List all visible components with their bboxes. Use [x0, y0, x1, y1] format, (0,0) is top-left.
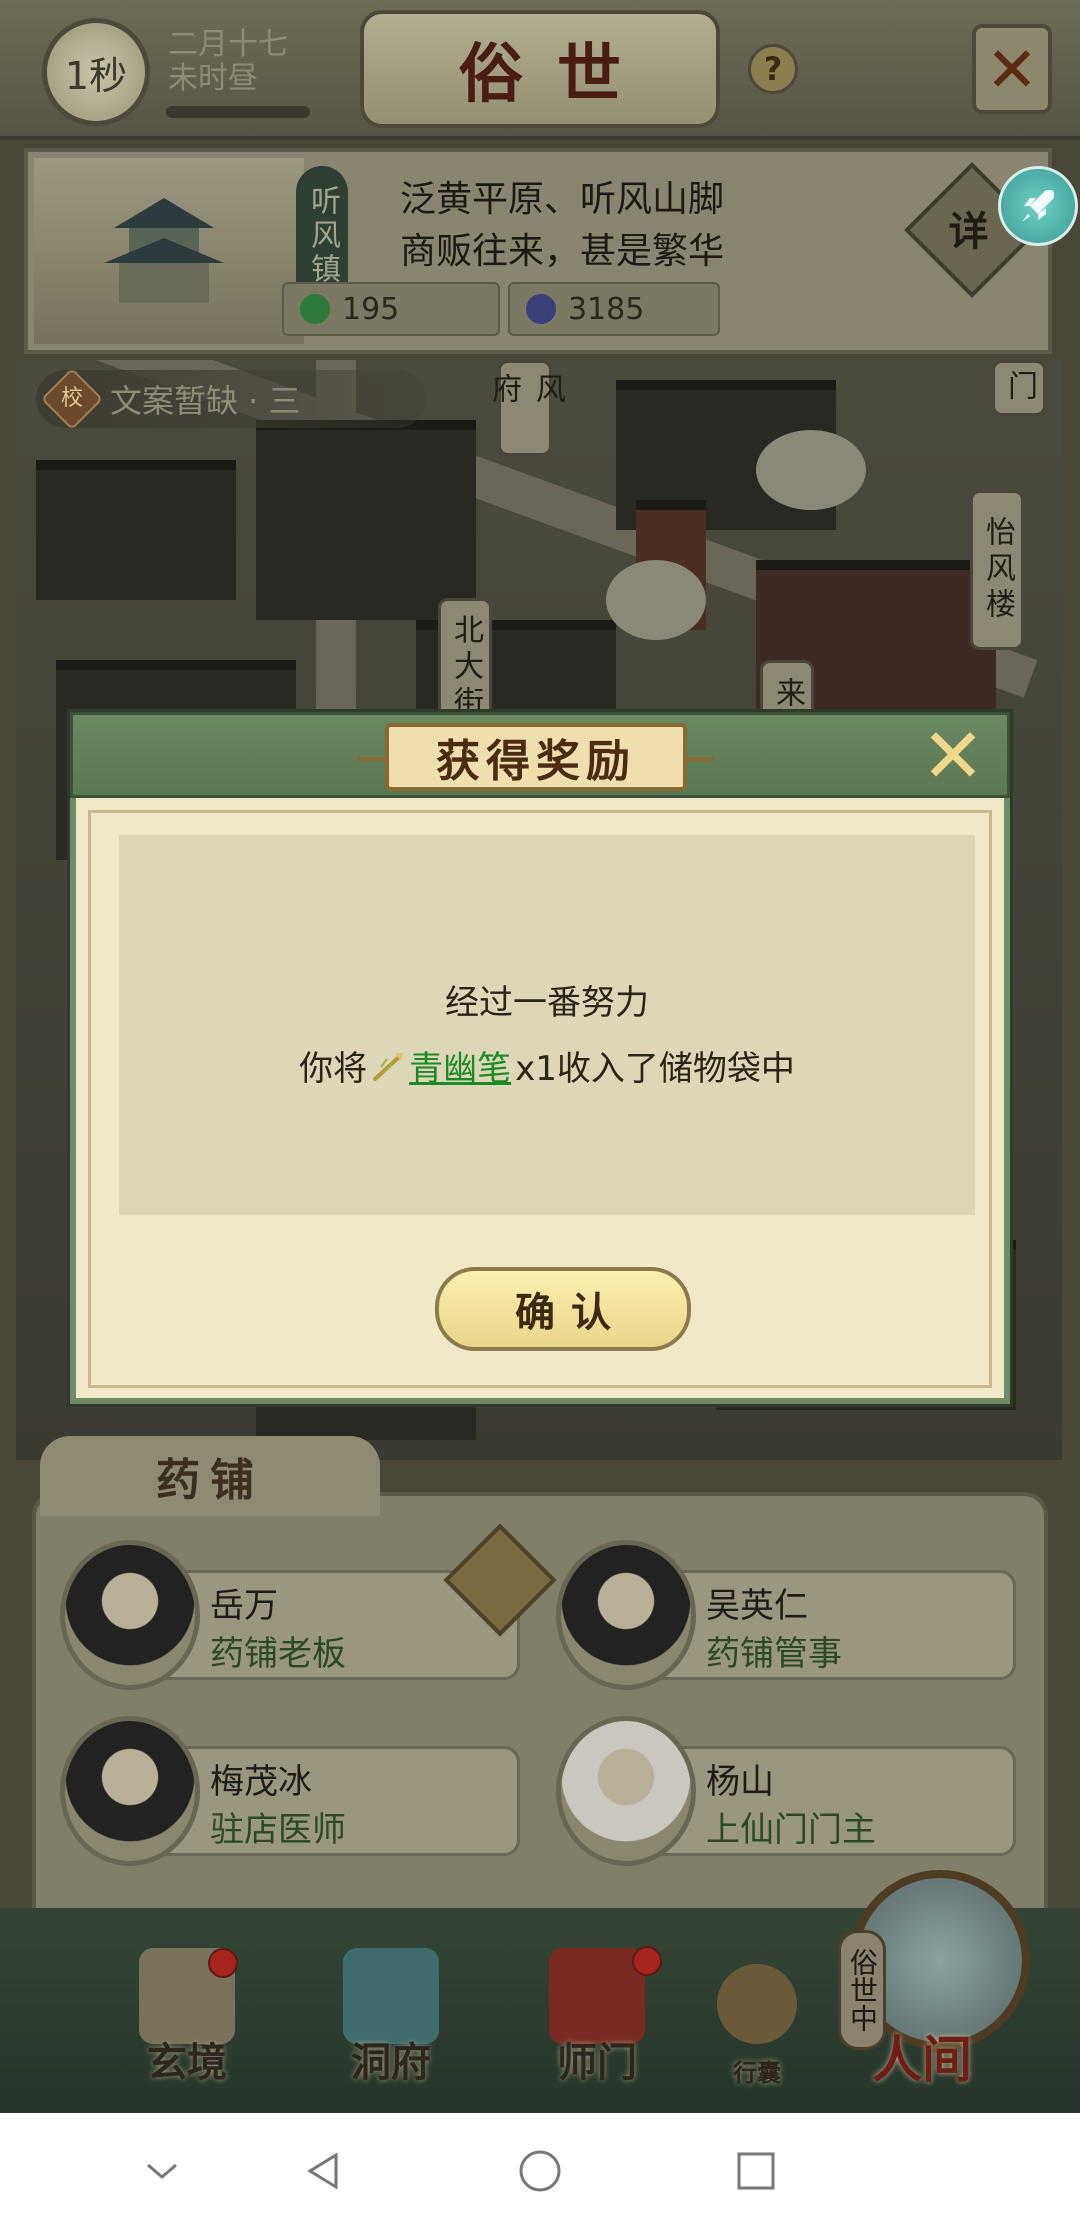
npc-card[interactable]: 杨山 上仙门门主	[556, 1716, 1016, 1866]
nav-xuanjing[interactable]: 玄境	[112, 1948, 262, 2088]
time-period: 未时昼	[168, 61, 258, 96]
location-banner: 听风镇 泛黄平原、听风山脚 商贩往来，甚是繁华 195 3185 详	[24, 148, 1052, 354]
dialog-body: 经过一番努力 你将 青幽笔 x1收入了储物袋中 确认	[88, 810, 992, 1388]
detail-label: 详	[948, 208, 989, 255]
topic-text: 文案暂缺 · 三	[110, 382, 301, 420]
time-progress-bar	[166, 106, 310, 118]
npc-role: 驻店医师	[210, 1810, 346, 1850]
reward-dialog: 获得奖励 ✕ 经过一番努力 你将 青幽笔 x1收入了储物袋中 确认	[70, 712, 1010, 1404]
back-icon[interactable]	[294, 2141, 354, 2201]
nav-label: 行囊	[733, 2058, 781, 2087]
topic-banner[interactable]: 校 文案暂缺 · 三	[36, 367, 426, 431]
top-bar: 1秒 二月十七 未时昼 俗世 ? ✕	[0, 0, 1080, 140]
page-title: 俗世	[459, 37, 655, 112]
nav-label: 洞府	[351, 2039, 431, 2086]
help-button[interactable]: ?	[748, 44, 798, 94]
message-suffix: x1收入了储物袋中	[515, 1049, 795, 1089]
npc-name: 岳万	[210, 1586, 278, 1626]
nav-dongfu[interactable]: 洞府	[316, 1948, 466, 2088]
coin-count: 3185	[568, 291, 645, 327]
bag-icon	[717, 1964, 797, 2044]
dialog-title: 获得奖励	[357, 723, 715, 791]
confirm-button[interactable]: 确认	[435, 1267, 691, 1351]
npc-avatar	[60, 1716, 200, 1866]
description-line: 泛黄平原、听风山脚	[400, 179, 725, 220]
npc-card[interactable]: 岳万 药铺老板	[60, 1540, 520, 1690]
coin-icon	[526, 294, 556, 324]
clock-label: 1秒	[64, 53, 128, 98]
map-tag[interactable]: 怡风楼	[970, 490, 1024, 650]
town-image	[34, 158, 304, 344]
topic-badge-label: 校	[60, 386, 83, 411]
time-clock: 1秒	[42, 18, 150, 126]
jade-resource: 195	[282, 282, 500, 336]
close-icon[interactable]: ✕	[972, 24, 1052, 114]
home-icon[interactable]	[510, 2141, 570, 2201]
npc-role: 上仙门门主	[706, 1810, 876, 1850]
system-nav-bar	[0, 2113, 1080, 2220]
npc-avatar	[556, 1716, 696, 1866]
close-icon[interactable]: ✕	[913, 718, 993, 794]
npc-avatar	[60, 1540, 200, 1690]
nav-label: 师门	[557, 2039, 637, 2086]
topic-badge-icon: 校	[40, 367, 104, 431]
help-icon: ?	[763, 50, 783, 88]
description-line: 商贩往来，甚是繁华	[400, 231, 725, 272]
npc-role: 药铺老板	[210, 1634, 346, 1674]
jade-icon	[300, 294, 330, 324]
message-line: 经过一番努力	[445, 983, 649, 1023]
npc-role: 药铺管事	[706, 1634, 842, 1674]
reward-message: 你将 青幽笔 x1收入了储物袋中	[119, 1041, 975, 1090]
npc-avatar	[556, 1540, 696, 1690]
map-tree	[756, 430, 866, 510]
message-box: 经过一番努力 你将 青幽笔 x1收入了储物袋中	[119, 835, 975, 1215]
rocket-glyph	[1022, 190, 1054, 222]
map-tree	[606, 560, 706, 640]
npc-name: 杨山	[706, 1762, 774, 1802]
notification-dot	[632, 1946, 662, 1976]
npc-card[interactable]: 梅茂冰 驻店医师	[60, 1716, 520, 1866]
game-screen: 1秒 二月十七 未时昼 俗世 ? ✕ 听风镇 泛黄平原、听风山脚 商贩往来，甚是…	[0, 0, 1080, 2113]
map-tag[interactable]: 门	[992, 360, 1046, 416]
map-building[interactable]	[256, 420, 476, 620]
town-description: 泛黄平原、听风山脚 商贩往来，甚是繁华	[400, 174, 724, 278]
dialog-header: 获得奖励 ✕	[70, 712, 1010, 798]
jade-count: 195	[342, 291, 400, 327]
npc-name: 吴英仁	[706, 1586, 808, 1626]
world-label[interactable]: 人间	[872, 2020, 972, 2092]
game-date: 二月十七 未时昼	[168, 28, 288, 96]
map-building[interactable]	[36, 460, 236, 600]
shop-title: 药铺	[40, 1436, 380, 1516]
map-tag[interactable]: 风府	[486, 360, 565, 456]
nav-label: 玄境	[147, 2039, 227, 2086]
pagoda-illustration	[104, 198, 224, 303]
page-title-plaque: 俗世	[360, 10, 720, 128]
coin-resource: 3185	[508, 282, 720, 336]
rocket-icon[interactable]	[998, 166, 1078, 246]
npc-name: 梅茂冰	[210, 1762, 312, 1802]
notification-dot	[208, 1948, 238, 1978]
collapse-icon[interactable]	[132, 2141, 192, 2201]
nav-xingnang[interactable]: 行囊	[692, 1948, 822, 2088]
brush-icon	[373, 1052, 404, 1081]
recents-icon[interactable]	[726, 2141, 786, 2201]
nav-shimen[interactable]: 师门	[522, 1946, 672, 2088]
npc-card[interactable]: 吴英仁 药铺管事	[556, 1540, 1016, 1690]
message-prefix: 你将	[299, 1049, 368, 1089]
item-link[interactable]: 青幽笔	[409, 1041, 511, 1090]
date-line: 二月十七	[168, 27, 288, 62]
